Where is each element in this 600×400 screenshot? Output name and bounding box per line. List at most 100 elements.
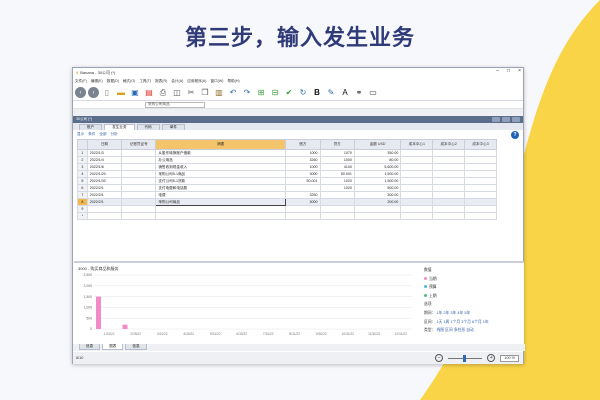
- menu-tools[interactable]: 工具(T): [139, 79, 151, 84]
- cost-center-cell[interactable]: [400, 212, 434, 220]
- row-number[interactable]: 9: [77, 205, 88, 213]
- description-cell[interactable]: 支付公司5-1货款: [155, 177, 287, 185]
- doc-cell[interactable]: [121, 156, 157, 164]
- table-row[interactable]: 4 2022/1/20 采购公司5-1商品 3000 50.001 1,500.00: [77, 170, 497, 178]
- cost-center-cell[interactable]: [464, 205, 497, 213]
- col-header-debit[interactable]: 借方: [285, 139, 321, 150]
- col-header-date[interactable]: 日期: [86, 139, 123, 150]
- doc-cell[interactable]: [121, 163, 157, 171]
- col-header-cc2[interactable]: 成本中心2: [432, 139, 466, 150]
- menu-help[interactable]: 帮助(H): [227, 79, 239, 84]
- doc-cell[interactable]: [121, 205, 157, 213]
- cost-center-cell[interactable]: [400, 184, 434, 192]
- row-number[interactable]: 7: [77, 191, 88, 199]
- check-icon[interactable]: ✔: [283, 87, 295, 99]
- period-2y[interactable]: 2年: [443, 311, 449, 315]
- undo-icon[interactable]: ↶: [227, 87, 239, 99]
- cost-center-cell[interactable]: [464, 149, 497, 157]
- date-cell[interactable]: 2022/2/1: [86, 198, 123, 206]
- subwindow-restore-button[interactable]: [502, 117, 510, 122]
- interval-3m[interactable]: 3个月: [461, 320, 471, 324]
- period-4y[interactable]: 4年: [457, 311, 463, 315]
- table-row[interactable]: 6 2022/2/1 支付电费和电话费 1020 500.00: [77, 184, 497, 192]
- interval-1m[interactable]: 1个月: [450, 320, 460, 324]
- description-cell[interactable]: 支付电费和电话费: [155, 184, 287, 192]
- binoculars-icon[interactable]: ⚭: [353, 87, 365, 99]
- credit-cell[interactable]: [319, 212, 355, 220]
- cost-center-cell[interactable]: [464, 163, 497, 171]
- amount-cell[interactable]: 500.00: [353, 184, 402, 192]
- description-cell[interactable]: 销售收到现金收入: [155, 163, 287, 171]
- interval-1d[interactable]: 1天: [436, 320, 442, 324]
- font-color-icon[interactable]: A: [339, 87, 351, 99]
- cost-center-cell[interactable]: [400, 149, 434, 157]
- cost-center-cell[interactable]: [464, 191, 497, 199]
- amount-cell[interactable]: [353, 212, 402, 220]
- cost-center-cell[interactable]: [400, 205, 434, 213]
- cut-icon[interactable]: ✂: [185, 87, 197, 99]
- debit-cell[interactable]: 1000: [285, 149, 321, 157]
- layout-icon[interactable]: ▭: [367, 87, 379, 99]
- menu-window[interactable]: 窗口(W): [210, 79, 223, 84]
- credit-cell[interactable]: [319, 205, 355, 213]
- type-auto[interactable]: 自动: [466, 328, 474, 332]
- period-5y[interactable]: 5年: [464, 311, 470, 315]
- menu-format[interactable]: 格式(O): [123, 79, 135, 84]
- help-icon[interactable]: ?: [511, 130, 519, 139]
- credit-cell[interactable]: 4100: [319, 163, 355, 171]
- bold-icon[interactable]: B: [311, 87, 323, 99]
- print-icon[interactable]: ⎙: [157, 87, 169, 99]
- doc-cell[interactable]: [121, 149, 157, 157]
- row-number[interactable]: 8: [77, 198, 88, 206]
- cost-center-cell[interactable]: [464, 170, 497, 178]
- cost-center-cell[interactable]: [400, 191, 434, 199]
- bottom-tab-info-2[interactable]: 信息: [125, 344, 147, 350]
- print-preview-icon[interactable]: ◫: [171, 87, 183, 99]
- date-cell[interactable]: 2022/1/3: [86, 149, 123, 157]
- row-number[interactable]: 1: [77, 149, 88, 157]
- zoom-in-icon[interactable]: +: [487, 354, 496, 362]
- row-number[interactable]: 4: [77, 170, 88, 178]
- amount-cell[interactable]: 300.00: [353, 191, 402, 199]
- menu-accounting[interactable]: 会计(A): [171, 79, 183, 84]
- doc-cell[interactable]: [121, 170, 157, 178]
- view-all-link[interactable]: 全部: [99, 132, 106, 137]
- maximize-icon[interactable]: □: [507, 68, 510, 74]
- col-header-doc[interactable]: 记账凭证号: [121, 139, 157, 150]
- type-multibar[interactable]: 多柱形: [454, 328, 465, 332]
- debit-cell[interactable]: 3000: [285, 170, 321, 178]
- cost-center-cell[interactable]: [432, 163, 466, 171]
- amount-cell[interactable]: 200.00: [353, 198, 402, 206]
- description-cell[interactable]: 从股东转换账户借款: [155, 149, 287, 157]
- row-number[interactable]: *: [77, 212, 88, 220]
- recalculate-icon[interactable]: ↻: [297, 87, 309, 99]
- amount-cell[interactable]: 5,600.00: [353, 163, 402, 171]
- doc-cell[interactable]: [121, 198, 157, 206]
- doc-cell[interactable]: [121, 184, 157, 192]
- date-cell[interactable]: 2022/2/1: [86, 191, 123, 199]
- cost-center-cell[interactable]: [400, 156, 434, 164]
- credit-cell[interactable]: 50.001: [319, 170, 355, 178]
- description-cell[interactable]: [155, 205, 287, 213]
- bar-1-31-22[interactable]: [96, 296, 101, 329]
- cost-center-cell[interactable]: [432, 198, 466, 206]
- amount-cell[interactable]: 1,500.00: [353, 170, 402, 178]
- doc-cell[interactable]: [121, 177, 157, 185]
- type-range[interactable]: 区间: [445, 328, 453, 332]
- cost-center-cell[interactable]: [432, 170, 466, 178]
- credit-cell[interactable]: 1070: [319, 149, 355, 157]
- col-header-description[interactable]: 摘要: [155, 139, 287, 150]
- subwindow-minimize-button[interactable]: [492, 117, 500, 122]
- copy-icon[interactable]: ❐: [199, 87, 211, 99]
- menu-reports[interactable]: 报表(R): [155, 79, 167, 84]
- description-cell[interactable]: [155, 212, 287, 220]
- menu-edit[interactable]: 编辑(E): [91, 79, 103, 84]
- delete-row-icon[interactable]: ⊟: [269, 87, 281, 99]
- table-row[interactable]: *: [77, 212, 497, 220]
- bar-2-28-22[interactable]: [122, 324, 128, 329]
- description-cell[interactable]: 电费: [155, 191, 287, 199]
- date-cell[interactable]: [86, 205, 123, 213]
- credit-cell[interactable]: 1020: [319, 184, 355, 192]
- type-line[interactable]: 线图: [436, 328, 444, 332]
- credit-cell[interactable]: 1000: [319, 156, 355, 164]
